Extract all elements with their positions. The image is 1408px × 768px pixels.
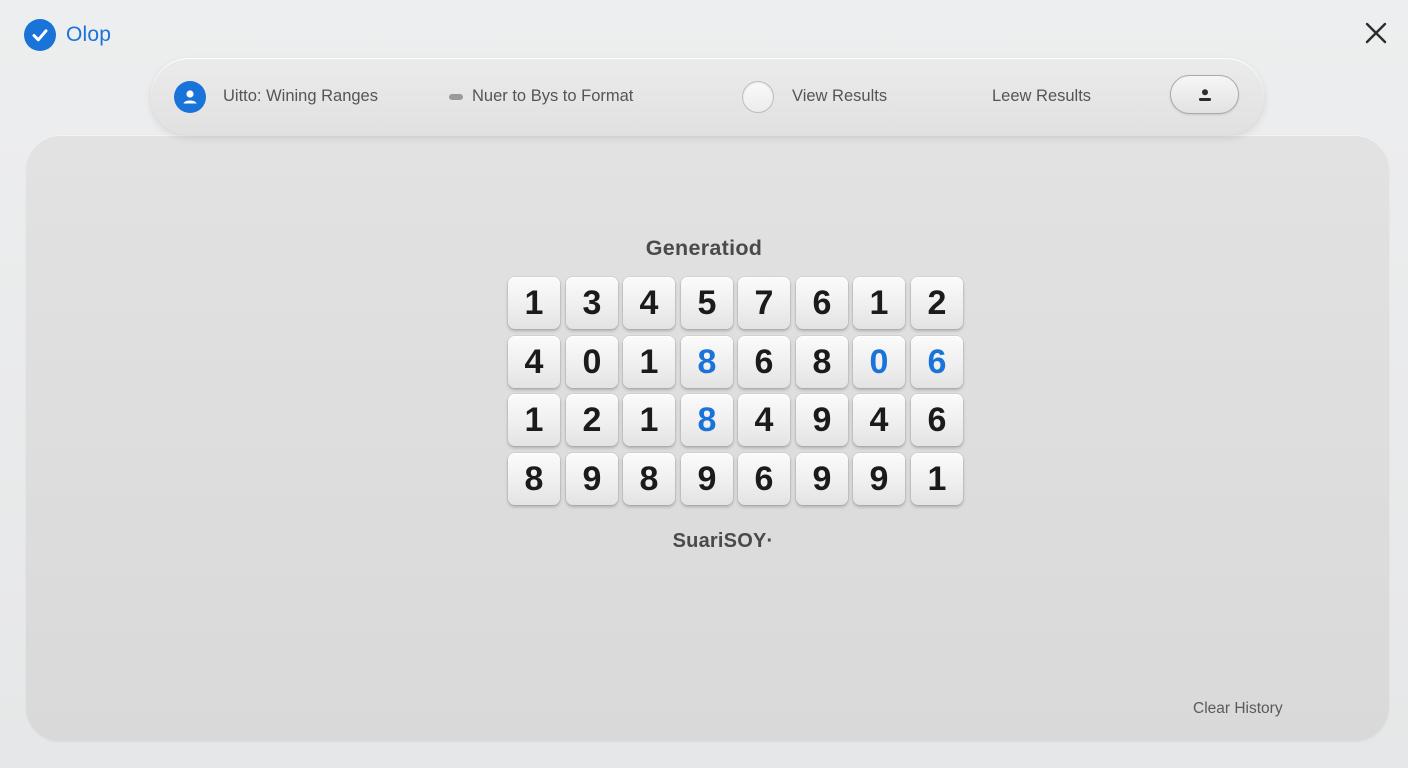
number-tile: 5	[681, 277, 733, 329]
number-tile: 1	[508, 277, 560, 329]
number-tile: 1	[623, 394, 675, 446]
number-tile: 9	[566, 453, 618, 505]
clear-history-button[interactable]: Clear History	[1193, 700, 1283, 718]
number-tile: 0	[566, 336, 618, 388]
number-tile: 7	[738, 277, 790, 329]
close-button[interactable]	[1362, 19, 1390, 47]
person-icon	[1198, 88, 1211, 101]
view-results-radio[interactable]	[742, 80, 774, 113]
number-tile: 6	[738, 336, 790, 388]
pill-icon	[449, 93, 463, 100]
check-circle-icon	[24, 19, 56, 51]
number-tile: 4	[853, 394, 905, 446]
number-tile: 8	[681, 394, 733, 446]
close-icon	[1365, 22, 1387, 44]
number-tile: 6	[796, 277, 848, 329]
account-button[interactable]	[1170, 75, 1239, 114]
number-tile: 1	[623, 336, 675, 388]
number-tile: 8	[796, 336, 848, 388]
number-tile: 6	[911, 336, 963, 388]
user-circle-icon	[174, 80, 206, 113]
number-tile: 2	[911, 277, 963, 329]
number-tile: 4	[738, 394, 790, 446]
view-results-option[interactable]: View Results	[742, 58, 887, 135]
app-name: Olop	[66, 23, 112, 46]
number-tile: 6	[911, 394, 963, 446]
winning-ranges-label: Uitto: Wining Ranges	[223, 87, 378, 105]
number-tile: 9	[681, 453, 733, 505]
page-title: Generatiod	[645, 236, 763, 260]
number-tile: 8	[623, 453, 675, 505]
number-tile: 9	[796, 394, 848, 446]
view-results-label: View Results	[792, 87, 888, 105]
number-tile: 8	[508, 453, 560, 505]
summary-label: SuariSOY·	[672, 530, 774, 552]
app-window: Olop Uitto: Wining Ranges Nuer to Bys to…	[0, 0, 1408, 768]
number-tile: 9	[853, 453, 905, 505]
winning-ranges-button[interactable]: Uitto: Wining Ranges	[174, 58, 378, 135]
number-tile: 1	[911, 453, 963, 505]
number-tile: 4	[623, 277, 675, 329]
format-label: Nuer to Bys to Format	[472, 87, 634, 105]
format-button[interactable]: Nuer to Bys to Format	[449, 58, 633, 135]
number-tile: 8	[681, 336, 733, 388]
number-tile: 2	[566, 394, 618, 446]
number-tile: 3	[566, 277, 618, 329]
number-tile: 1	[853, 277, 905, 329]
leew-results-label: Leew Results	[992, 87, 1092, 105]
toolbar: Uitto: Wining Ranges Nuer to Bys to Form…	[151, 58, 1264, 135]
number-tile: 4	[508, 336, 560, 388]
number-tile: 0	[853, 336, 905, 388]
number-grid: 13457612401868061218494689896991	[508, 277, 964, 505]
number-tile: 1	[508, 394, 560, 446]
brand: Olop	[24, 19, 111, 51]
leew-results-tab[interactable]: Leew Results	[992, 58, 1091, 135]
number-tile: 9	[796, 453, 848, 505]
number-tile: 6	[738, 453, 790, 505]
